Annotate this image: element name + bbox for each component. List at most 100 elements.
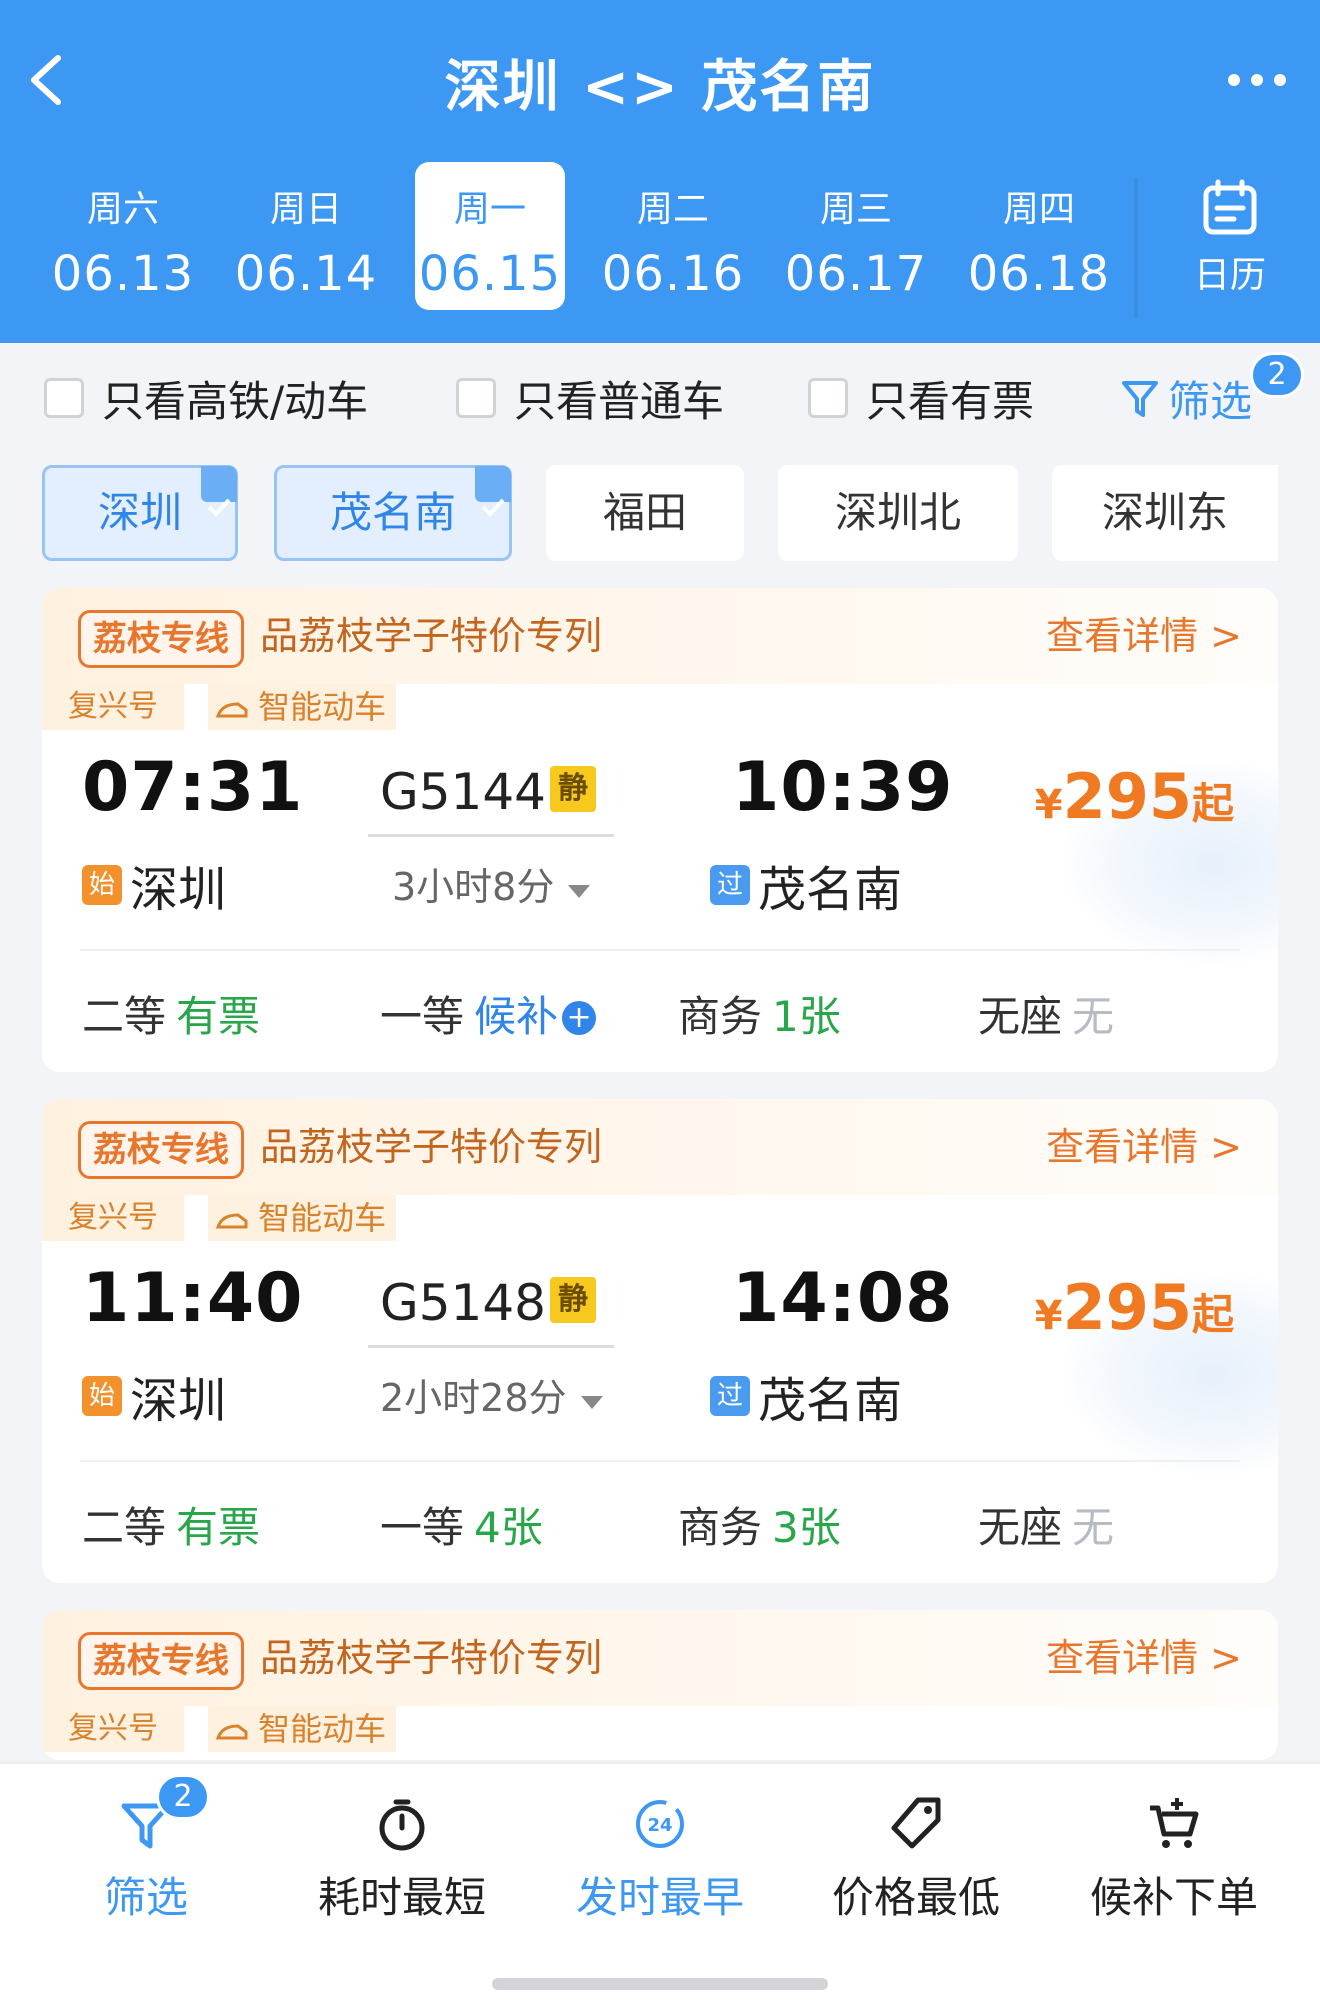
date-value: 06.14 — [234, 246, 378, 302]
train-card[interactable]: 荔枝专线 品荔枝学子特价专列 查看详情 > 复兴号 智能动车 11:40 G51… — [42, 1099, 1278, 1583]
station-name: 深圳东 — [1101, 488, 1228, 537]
promo-banner[interactable]: 荔枝专线 品荔枝学子特价专列 查看详情 > — [42, 1099, 1278, 1195]
date-tab[interactable]: 周六 06.13 — [48, 162, 198, 310]
brand-badge: 复兴号 — [42, 1706, 184, 1752]
plus-circle-icon: + — [562, 1001, 597, 1035]
from-station: 始 深圳 — [82, 1361, 226, 1431]
station-chip-shenzhen[interactable]: 深圳 — [42, 465, 238, 561]
smart-train-label: 智能动车 — [258, 1710, 387, 1748]
seat-availability: 4张 — [474, 1503, 543, 1552]
filter-youpiao-checkbox[interactable]: 只看有票 — [808, 373, 1034, 426]
date-tab-selected[interactable]: 周一 06.15 — [415, 162, 565, 310]
seat-no-seat: 无座无 — [978, 1494, 1114, 1555]
card-divider — [80, 949, 1240, 951]
checkbox-icon — [44, 378, 84, 418]
date-weekday: 周六 — [86, 189, 159, 230]
quiet-car-badge: 静 — [550, 766, 596, 812]
station-name: 深圳北 — [834, 488, 961, 537]
filter-gaotie-checkbox[interactable]: 只看高铁/动车 — [44, 373, 368, 426]
seat-business: 商务 3张 — [678, 1494, 841, 1555]
clock-24-icon: 24 — [636, 1800, 684, 1848]
home-indicator — [492, 1978, 828, 1990]
station-name: 深圳 — [97, 488, 182, 537]
seat-name: 商务 — [678, 1503, 763, 1552]
seat-name: 一等 — [380, 992, 465, 1041]
train-icon — [215, 1724, 248, 1740]
check-icon — [475, 466, 511, 517]
station-chip-futian[interactable]: 福田 — [546, 465, 744, 561]
train-card[interactable]: 荔枝专线 品荔枝学子特价专列 查看详情 > 复兴号 智能动车 07:31 G51… — [42, 588, 1278, 1072]
calendar-button[interactable]: 日历 — [1175, 178, 1285, 298]
date-tab[interactable]: 周日 06.14 — [231, 162, 381, 310]
date-tab[interactable]: 周二 06.16 — [598, 162, 748, 310]
seat-name: 商务 — [678, 992, 763, 1041]
date-value: 06.18 — [967, 246, 1111, 302]
date-value: 06.15 — [418, 246, 562, 302]
calendar-divider — [1134, 178, 1138, 318]
calendar-icon — [1203, 179, 1257, 235]
duration[interactable]: 3小时8分 — [392, 856, 592, 911]
promo-detail-link[interactable]: 查看详情 > — [1046, 1121, 1242, 1173]
depart-time: 07:31 — [82, 748, 304, 827]
more-icon[interactable] — [1222, 60, 1292, 100]
duration-text: 3小时8分 — [392, 865, 555, 909]
seat-first-class[interactable]: 一等 候补 + — [380, 983, 597, 1044]
quiet-car-badge: 静 — [550, 1277, 596, 1323]
svg-text:24: 24 — [647, 1815, 672, 1836]
checkbox-icon — [808, 378, 848, 418]
cart-add-icon — [1150, 1798, 1199, 1848]
promo-tag: 荔枝专线 — [78, 1632, 244, 1690]
station-chips: 深圳 茂名南 福田 深圳北 深圳东 — [0, 465, 1320, 565]
filter-putong-checkbox[interactable]: 只看普通车 — [456, 373, 724, 426]
date-weekday: 周四 — [1002, 189, 1075, 230]
tab-earliest[interactable]: 24 发时最早 — [550, 1794, 770, 1925]
arrive-time: 10:39 — [732, 748, 954, 827]
train-icon — [215, 702, 248, 718]
duration[interactable]: 2小时28分 — [380, 1367, 605, 1422]
seat-availability: 无 — [1072, 1503, 1115, 1552]
date-tab[interactable]: 周四 06.18 — [964, 162, 1114, 310]
brand-badge: 复兴号 — [42, 684, 184, 730]
screen-button[interactable]: 筛选 — [1120, 368, 1252, 429]
promo-detail-link[interactable]: 查看详情 > — [1046, 610, 1242, 662]
station-chip-shenzhendong[interactable]: 深圳东 — [1052, 465, 1278, 561]
price-value: 295 — [1062, 760, 1192, 833]
calendar-label: 日历 — [1193, 255, 1266, 296]
promo-banner[interactable]: 荔枝专线 品荔枝学子特价专列 查看详情 > — [42, 1610, 1278, 1706]
tab-label: 耗时最短 — [317, 1873, 486, 1922]
tab-shortest[interactable]: 耗时最短 — [292, 1794, 512, 1925]
tab-cheapest[interactable]: 价格最低 — [806, 1794, 1026, 1925]
promo-banner[interactable]: 荔枝专线 品荔枝学子特价专列 查看详情 > — [42, 588, 1278, 684]
promo-detail-link[interactable]: 查看详情 > — [1046, 1632, 1242, 1684]
checkbox-icon — [456, 378, 496, 418]
page-title: 深圳 <> 茂名南 — [444, 55, 876, 120]
date-value: 06.13 — [51, 246, 195, 302]
date-weekday: 周二 — [636, 189, 709, 230]
origin-mark: 始 — [82, 1376, 122, 1416]
screen-count-badge: 2 — [1250, 352, 1304, 398]
tab-waitlist[interactable]: 候补下单 — [1064, 1794, 1284, 1925]
header-bar: 深圳 <> 茂名南 周六 06.13 周日 06.14 周一 06.15 周二 … — [0, 0, 1320, 343]
date-weekday: 周一 — [453, 189, 526, 230]
date-tab[interactable]: 周三 06.17 — [781, 162, 931, 310]
seat-name: 无座 — [978, 992, 1063, 1041]
seat-name: 无座 — [978, 1503, 1063, 1552]
date-selector: 周六 06.13 周日 06.14 周一 06.15 周二 06.16 周三 0… — [28, 162, 1128, 312]
smart-train-badge: 智能动车 — [208, 1706, 397, 1752]
train-card[interactable]: 荔枝专线 品荔枝学子特价专列 查看详情 > 复兴号 智能动车 — [42, 1610, 1278, 1760]
tab-filter[interactable]: 筛选 — [36, 1794, 256, 1925]
price-suffix: 起 — [1191, 1290, 1234, 1339]
seat-no-seat: 无座无 — [978, 983, 1114, 1044]
station-name: 茂名南 — [329, 488, 456, 537]
station-chip-shenzhenbei[interactable]: 深圳北 — [778, 465, 1018, 561]
funnel-icon — [1122, 380, 1158, 417]
seat-availability: 3张 — [772, 1503, 841, 1552]
brand-badge: 复兴号 — [42, 1195, 184, 1241]
seat-business: 商务 1张 — [678, 983, 841, 1044]
smart-train-badge: 智能动车 — [208, 1195, 397, 1241]
screen-label: 筛选 — [1168, 377, 1253, 426]
date-value: 06.16 — [601, 246, 745, 302]
depart-time: 11:40 — [82, 1259, 304, 1338]
date-weekday: 周日 — [269, 189, 342, 230]
station-chip-maomingnan[interactable]: 茂名南 — [274, 465, 512, 561]
